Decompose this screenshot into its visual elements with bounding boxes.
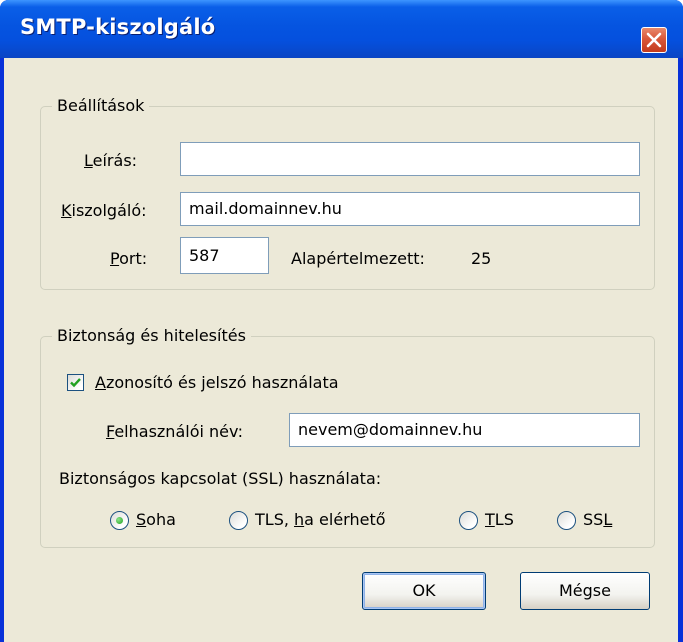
window-title: SMTP-kiszolgáló <box>20 15 216 39</box>
title-bar[interactable]: SMTP-kiszolgáló <box>0 0 683 58</box>
username-label: Felhasználói név: <box>106 422 243 442</box>
auth-label-mnemonic: A <box>95 373 106 392</box>
ssl-radio-never[interactable] <box>110 511 129 530</box>
auth-label-rest: zonosító és jelszó használata <box>105 373 339 392</box>
ssl-tls-post: LS <box>494 510 514 529</box>
ssl-option-ssl-label[interactable]: SSL <box>583 510 612 530</box>
ssl-tlsif-post: a elérhető <box>304 510 386 529</box>
cancel-button[interactable]: Mégse <box>520 572 650 610</box>
description-label: Leírás: <box>84 151 137 171</box>
settings-legend: Beállítások <box>52 96 150 116</box>
check-icon <box>70 378 81 388</box>
port-label: Port: <box>110 249 147 269</box>
ssl-tls-mnemonic: T <box>485 510 495 529</box>
description-label-rest: eírás: <box>92 151 138 170</box>
ssl-option-tls-if-available-label[interactable]: TLS, ha elérhető <box>255 510 386 530</box>
ssl-option-never-label[interactable]: Soha <box>136 510 176 530</box>
auth-checkbox-label[interactable]: Azonosító és jelszó használata <box>95 373 339 393</box>
port-input[interactable]: 587 <box>180 237 269 274</box>
ssl-ssl-pre: SS <box>583 510 604 529</box>
security-legend: Biztonság és hitelesítés <box>52 326 251 346</box>
ssl-label: Biztonságos kapcsolat (SSL) használata: <box>59 469 382 488</box>
port-label-rest: ort: <box>119 249 148 268</box>
ssl-radio-ssl[interactable] <box>557 511 576 530</box>
ssl-radio-tls[interactable] <box>459 511 478 530</box>
ssl-never-post: oha <box>146 510 176 529</box>
server-label-mnemonic: K <box>61 201 72 220</box>
dialog-body: Beállítások Leírás: Kiszolgáló: mail.dom… <box>4 58 678 642</box>
ssl-never-mnemonic: S <box>136 510 147 529</box>
ssl-tlsif-pre: TLS, <box>255 510 295 529</box>
description-input[interactable] <box>180 142 640 176</box>
username-input[interactable]: nevem@domainnev.hu <box>289 413 640 447</box>
username-label-rest: elhasználói név: <box>114 422 243 441</box>
close-icon[interactable] <box>641 27 667 53</box>
dialog-window: SMTP-kiszolgáló Beállítások Leírás: Kisz… <box>0 0 683 642</box>
server-input[interactable]: mail.domainnev.hu <box>180 192 640 226</box>
ssl-option-tls-label[interactable]: TLS <box>485 510 514 530</box>
auth-checkbox[interactable] <box>67 374 84 391</box>
port-label-mnemonic: P <box>110 249 120 268</box>
ok-button[interactable]: OK <box>362 572 486 610</box>
radio-selected-dot <box>116 517 123 524</box>
port-default-label: Alapértelmezett: <box>291 249 425 268</box>
port-default-value: 25 <box>471 249 492 268</box>
ssl-tlsif-mnemonic: h <box>294 510 305 529</box>
server-label: Kiszolgáló: <box>61 201 147 221</box>
ssl-radio-tls-if-available[interactable] <box>229 511 248 530</box>
ssl-ssl-mnemonic: L <box>603 510 613 529</box>
description-label-mnemonic: L <box>84 151 93 170</box>
server-label-rest: iszolgáló: <box>71 201 147 220</box>
